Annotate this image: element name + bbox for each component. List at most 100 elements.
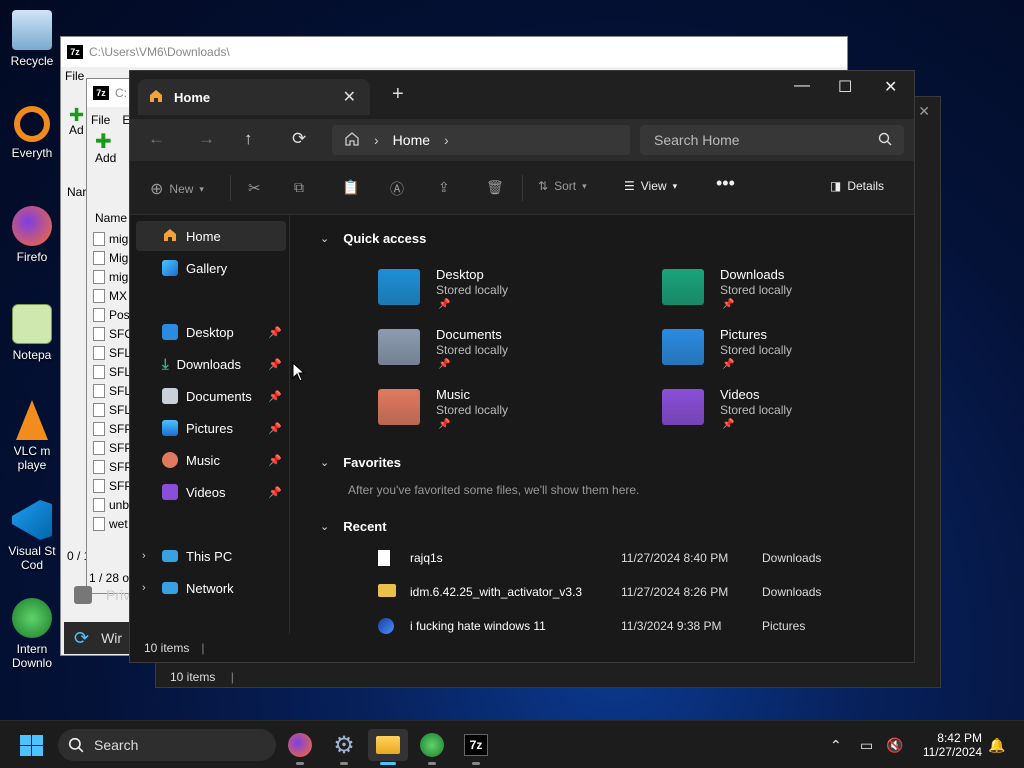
paste-icon[interactable]: 📋 bbox=[342, 179, 359, 196]
chevron-down-icon[interactable]: ⌄ bbox=[320, 232, 329, 245]
chevron-down-icon[interactable]: ⌄ bbox=[320, 520, 329, 533]
sevenzip-file-row[interactable]: SFL bbox=[87, 343, 134, 362]
notepad-icon[interactable]: Notepa bbox=[4, 304, 60, 362]
chevron-down-icon[interactable]: ⌄ bbox=[320, 456, 329, 469]
refresh-icon[interactable]: ⟳ bbox=[292, 129, 306, 149]
quick-access-item[interactable]: Downloads Stored locally 📌 bbox=[662, 267, 912, 323]
chevron-right-icon[interactable]: › bbox=[142, 550, 146, 562]
tab-home[interactable]: Home ✕ bbox=[138, 79, 370, 115]
explorer-titlebar[interactable]: Home ✕ + — ☐ ✕ bbox=[130, 71, 914, 119]
home-breadcrumb-icon[interactable] bbox=[344, 131, 360, 150]
quick-access-item[interactable]: Desktop Stored locally 📌 bbox=[378, 267, 628, 323]
new-button[interactable]: ⊕ New ▾ bbox=[150, 179, 204, 199]
sidebar-item-documents[interactable]: Documents 📌 bbox=[136, 381, 286, 411]
taskbar-settings-icon[interactable]: ⚙ bbox=[328, 729, 360, 765]
volume-muted-icon[interactable]: 🔇 bbox=[886, 737, 903, 754]
network-tray-icon[interactable]: ▭ bbox=[860, 737, 873, 754]
taskbar-idm-icon[interactable] bbox=[416, 729, 448, 765]
taskbar-search[interactable]: Search bbox=[58, 729, 276, 761]
sevenzip-file-row[interactable]: SFP bbox=[87, 476, 134, 495]
sevenzip-file-row[interactable]: wet bbox=[87, 514, 134, 533]
sevenzip-file-row[interactable]: Pos bbox=[87, 305, 134, 324]
pin-icon[interactable]: 📌 bbox=[268, 454, 282, 467]
recycle-bin-icon[interactable]: Recycle bbox=[4, 10, 60, 68]
breadcrumb-home[interactable]: Home bbox=[393, 132, 430, 148]
pin-icon[interactable]: 📌 bbox=[268, 422, 282, 435]
chevron-up-icon[interactable]: ⌃ bbox=[830, 737, 842, 754]
menu-file-2[interactable]: File bbox=[91, 113, 110, 127]
sevenzip-file-row[interactable]: unb bbox=[87, 495, 134, 514]
sevenzip-file-row[interactable]: SFP bbox=[87, 419, 134, 438]
up-arrow-icon[interactable]: ↑ bbox=[244, 129, 253, 149]
search-input[interactable]: Search Home bbox=[640, 125, 904, 155]
sevenzip-file-row[interactable]: SFL bbox=[87, 381, 134, 400]
pin-icon[interactable]: 📌 bbox=[268, 390, 282, 403]
sevenzip-titlebar-2[interactable]: 7z C: bbox=[87, 79, 135, 107]
everything-icon[interactable]: Everyth bbox=[4, 106, 60, 160]
copy-icon[interactable]: ⧉ bbox=[294, 179, 304, 196]
sevenzip-file-row[interactable]: SFL bbox=[87, 400, 134, 419]
quick-access-item[interactable]: Pictures Stored locally 📌 bbox=[662, 327, 912, 383]
sidebar-item-gallery[interactable]: Gallery bbox=[136, 253, 286, 283]
add-button[interactable]: ✚ Add bbox=[87, 129, 135, 169]
back-arrow-icon[interactable]: ← bbox=[148, 129, 165, 149]
close-window-button[interactable]: ✕ bbox=[884, 77, 897, 97]
close-tab-icon[interactable]: ✕ bbox=[343, 87, 356, 107]
vscode-icon[interactable]: Visual St Cod bbox=[4, 500, 60, 572]
sidebar-item-music[interactable]: Music 📌 bbox=[136, 445, 286, 475]
vlc-icon[interactable]: VLC m playe bbox=[4, 400, 60, 472]
pin-icon[interactable]: 📌 bbox=[268, 486, 282, 499]
idm-icon[interactable]: Intern Downlo bbox=[4, 598, 60, 670]
menu-file[interactable]: File bbox=[65, 69, 84, 83]
file-explorer-window[interactable]: Home ✕ + — ☐ ✕ ← → ↑ ⟳ › Home › Search H… bbox=[129, 70, 915, 663]
quick-access-item[interactable]: Videos Stored locally 📌 bbox=[662, 387, 912, 443]
delete-icon[interactable]: 🗑 bbox=[486, 179, 504, 196]
address-bar[interactable]: › Home › bbox=[332, 125, 630, 155]
chevron-right-icon[interactable]: › bbox=[142, 582, 146, 594]
sevenzip-file-row[interactable]: MX bbox=[87, 286, 134, 305]
share-icon[interactable]: ⇪ bbox=[438, 179, 450, 196]
sevenzip-file-row[interactable]: SFP bbox=[87, 438, 134, 457]
taskbar-file-explorer-icon[interactable] bbox=[368, 729, 408, 765]
sidebar-item-this-pc[interactable]: › This PC bbox=[136, 541, 286, 571]
privacy-item[interactable]: Priv bbox=[74, 586, 130, 604]
sidebar-item-network[interactable]: › Network bbox=[136, 573, 286, 603]
pin-icon[interactable]: 📌 bbox=[268, 358, 282, 371]
recent-header[interactable]: ⌄ Recent bbox=[320, 519, 387, 534]
column-name-header-2[interactable]: Name bbox=[95, 211, 127, 225]
sevenzip-file-row[interactable]: SFO bbox=[87, 324, 134, 343]
column-name-header[interactable]: Nar bbox=[67, 185, 86, 199]
minimize-button[interactable]: — bbox=[794, 77, 810, 95]
recent-file-row[interactable]: rajq1s 11/27/2024 8:40 PM Downloads bbox=[378, 547, 838, 569]
sevenzip-file-row[interactable]: mig bbox=[87, 267, 134, 286]
windows-update-item[interactable]: ⟳ Wir bbox=[64, 622, 134, 654]
sidebar-item-downloads[interactable]: ⤓ Downloads 📌 bbox=[136, 349, 286, 379]
sevenzip-file-row[interactable]: SFL bbox=[87, 362, 134, 381]
notification-bell-icon[interactable]: 🔔 bbox=[988, 737, 1005, 754]
maximize-button[interactable]: ☐ bbox=[838, 77, 852, 97]
more-options-icon[interactable]: ••• bbox=[716, 173, 735, 194]
clock[interactable]: 8:42 PM 11/27/2024 bbox=[912, 731, 982, 759]
quick-access-item[interactable]: Documents Stored locally 📌 bbox=[378, 327, 628, 383]
close-icon-back[interactable]: ✕ bbox=[918, 103, 930, 120]
quick-access-item[interactable]: Music Stored locally 📌 bbox=[378, 387, 628, 443]
view-button[interactable]: ☰ View ▾ bbox=[624, 179, 677, 193]
breadcrumb-chevron-icon[interactable]: › bbox=[444, 132, 449, 148]
sidebar-item-home[interactable]: Home bbox=[136, 221, 286, 251]
recent-file-row[interactable]: idm.6.42.25_with_activator_v3.3 11/27/202… bbox=[378, 581, 838, 603]
quick-access-header[interactable]: ⌄ Quick access bbox=[320, 231, 426, 246]
start-button[interactable] bbox=[20, 735, 44, 757]
sevenzip-file-row[interactable]: SFP bbox=[87, 457, 134, 476]
sort-button[interactable]: ⇅ Sort ▾ bbox=[538, 179, 587, 193]
cut-icon[interactable]: ✂ bbox=[248, 179, 261, 197]
sidebar-item-desktop[interactable]: Desktop 📌 bbox=[136, 317, 286, 347]
sidebar-item-videos[interactable]: Videos 📌 bbox=[136, 477, 286, 507]
favorites-header[interactable]: ⌄ Favorites bbox=[320, 455, 401, 470]
forward-arrow-icon[interactable]: → bbox=[198, 129, 215, 149]
sevenzip-file-row[interactable]: Mig bbox=[87, 248, 134, 267]
firefox-desktop-icon[interactable]: Firefo bbox=[4, 206, 60, 264]
sidebar-item-pictures[interactable]: Pictures 📌 bbox=[136, 413, 286, 443]
sevenzip-add-short[interactable]: ✚ Ad bbox=[69, 106, 84, 137]
taskbar-7zip-icon[interactable]: 7z bbox=[460, 729, 492, 765]
taskbar-firefox-icon[interactable] bbox=[284, 729, 316, 765]
